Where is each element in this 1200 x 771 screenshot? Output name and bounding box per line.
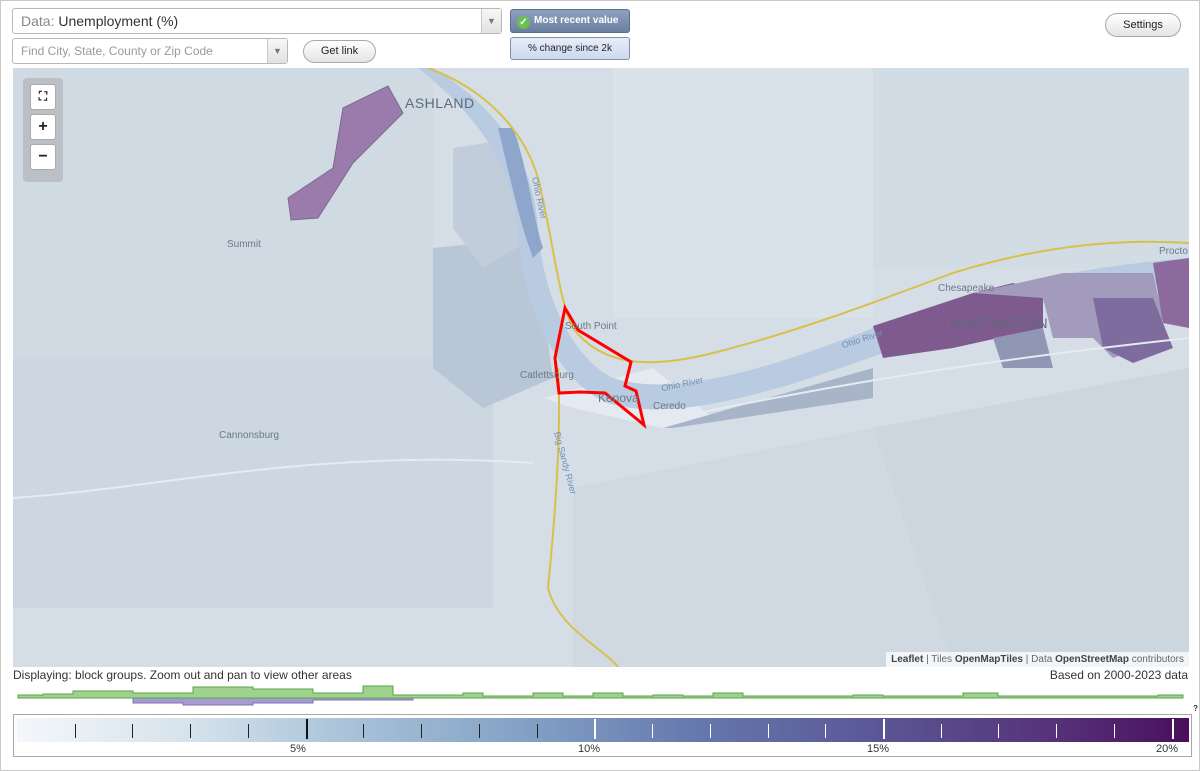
legend-tick — [941, 724, 942, 738]
app-frame: Data: Unemployment (%) ▼ ▼ Get link ✓ Mos… — [0, 0, 1200, 771]
attribution-sep-1: | Tiles — [923, 654, 955, 665]
attribution-contributors: contributors — [1128, 654, 1184, 665]
unknown-value-marker: ? — [1193, 704, 1198, 713]
histogram-green — [17, 685, 1184, 699]
based-note: Based on 2000-2023 data — [1049, 668, 1188, 682]
data-select-prefix: Data: — [21, 13, 55, 29]
legend-tick — [825, 724, 826, 738]
data-select-value: Unemployment (%) — [58, 13, 179, 29]
legend-tick — [768, 724, 769, 738]
zoom-control-panel: ⛶ + − — [23, 78, 63, 182]
legend-tick — [652, 724, 653, 738]
legend-tick — [1172, 719, 1174, 739]
legend-tick — [594, 719, 596, 739]
location-search: ▼ — [12, 38, 288, 64]
legend-tick — [421, 724, 422, 738]
color-legend: ? 5% 10% 15% 20% — [13, 704, 1198, 757]
legend-tick — [883, 719, 885, 739]
map-attribution: Leaflet | Tiles OpenMapTiles | Data Open… — [886, 652, 1189, 667]
region-southwest — [13, 358, 493, 608]
legend-tick — [363, 724, 364, 738]
leaflet-link[interactable]: Leaflet — [891, 654, 923, 665]
map-label-huntington: HUNTINGTON — [950, 315, 1049, 331]
map-label-kenova: Kenova — [598, 391, 639, 405]
map-label-chesapeake: Chesapeake — [938, 283, 995, 294]
region-north — [613, 68, 873, 318]
openmaptiles-link[interactable]: OpenMapTiles — [955, 654, 1023, 665]
legend-label-5: 5% — [290, 743, 306, 755]
legend-tick — [479, 724, 480, 738]
legend-label-10: 10% — [578, 743, 601, 755]
search-input[interactable] — [21, 44, 261, 58]
display-note: Displaying: block groups. Zoom out and p… — [13, 668, 352, 682]
map-layers — [13, 68, 1189, 667]
legend-tick — [306, 719, 308, 739]
fit-extent-icon[interactable]: ⛶ — [30, 84, 56, 110]
legend-tick — [1114, 724, 1115, 738]
zoom-out-button[interactable]: − — [30, 144, 56, 170]
region-northeast — [873, 68, 1189, 268]
legend-tick — [248, 724, 249, 738]
map-label-proctorville: Procto — [1159, 246, 1188, 257]
data-select[interactable]: Data: Unemployment (%) ▼ — [12, 8, 502, 34]
openstreetmap-link[interactable]: OpenStreetMap — [1055, 654, 1129, 665]
map-label-ashland: ASHLAND — [405, 95, 475, 111]
chevron-down-icon[interactable]: ▼ — [481, 9, 501, 33]
legend-tick — [132, 724, 133, 738]
most-recent-value-button[interactable]: ✓ Most recent value — [510, 9, 630, 33]
get-link-button[interactable]: Get link — [303, 40, 376, 63]
legend-tick — [710, 724, 711, 738]
legend-tick — [75, 724, 76, 738]
map-label-catlettsburg: Catlettsburg — [520, 370, 574, 381]
most-recent-value-label: Most recent value — [534, 15, 619, 26]
legend-label-15: 15% — [867, 743, 890, 755]
histogram-purple — [18, 697, 414, 706]
percent-change-button[interactable]: % change since 2k — [510, 37, 630, 60]
zoom-in-button[interactable]: + — [30, 114, 56, 140]
legend-tick — [998, 724, 999, 738]
legend-tick — [537, 724, 538, 738]
map-canvas[interactable]: ASHLAND Summit South Point Catlettsburg … — [13, 68, 1189, 667]
legend-gradient: ? — [17, 704, 1198, 742]
value-histogram — [17, 685, 1184, 706]
map-label-summit: Summit — [227, 239, 261, 250]
map-label-cannonsburg: Cannonsburg — [219, 430, 280, 441]
map-label-south-point: South Point — [565, 321, 617, 332]
chevron-down-icon[interactable]: ▼ — [267, 39, 287, 63]
settings-button[interactable]: Settings — [1105, 13, 1181, 37]
check-icon: ✓ — [517, 16, 530, 29]
attribution-sep-2: | Data — [1023, 654, 1056, 665]
legend-label-20: 20% — [1156, 743, 1179, 755]
map-label-ceredo: Ceredo — [653, 401, 686, 412]
legend-tick — [190, 724, 191, 738]
legend-tick — [1056, 724, 1057, 738]
